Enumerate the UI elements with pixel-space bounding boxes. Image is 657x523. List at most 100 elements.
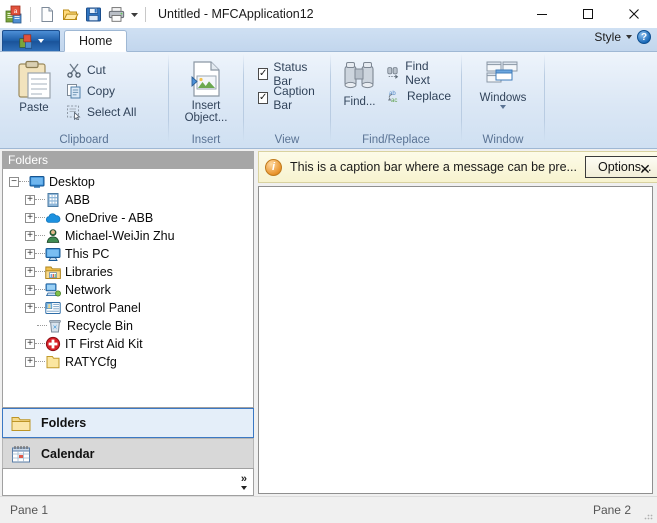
client-pane: i This is a caption bar where a message … — [256, 149, 657, 496]
tree-item-label: OneDrive - ABB — [65, 211, 154, 225]
tree-toggle-plus-icon[interactable]: + — [25, 213, 35, 223]
window-controls — [519, 0, 657, 28]
close-button[interactable] — [611, 0, 657, 28]
print-icon[interactable] — [105, 3, 127, 25]
style-label[interactable]: Style — [594, 30, 621, 44]
ribbon-group-insert: Insert Object... Insert — [169, 52, 243, 148]
tree-item-it-first-aid-kit[interactable]: + IT First Aid Kit — [3, 335, 253, 353]
libraries-icon — [45, 264, 61, 280]
maximize-button[interactable] — [565, 0, 611, 28]
tree-connector — [37, 325, 47, 327]
qat-separator-2 — [145, 6, 146, 22]
group-separator-5 — [544, 54, 545, 142]
document-client-area[interactable] — [258, 186, 654, 494]
tree-item-onedrive-abb[interactable]: + OneDrive - ABB — [3, 209, 253, 227]
pane-button-calendar[interactable]: Calendar — [2, 438, 254, 468]
resize-grip-icon[interactable] — [643, 510, 653, 520]
tree-item-michael-weijin-zhu[interactable]: + Michael-WeiJin Zhu — [3, 227, 253, 245]
double-chevron-right-icon: » — [240, 472, 247, 485]
open-folder-icon[interactable] — [59, 3, 81, 25]
tree-toggle-plus-icon[interactable]: + — [25, 249, 35, 259]
new-document-icon[interactable] — [36, 3, 58, 25]
network-icon — [45, 282, 61, 298]
windows-dropdown-caret-icon[interactable] — [500, 105, 506, 109]
ribbon-group-window: Windows Window — [462, 52, 544, 148]
insert-object-button[interactable]: Insert Object... — [175, 56, 237, 124]
paste-button[interactable]: Paste — [6, 56, 62, 114]
desktop-icon — [29, 174, 45, 190]
select-all-icon — [67, 105, 81, 120]
app-menu-caret-icon — [37, 39, 44, 43]
mfc-app-icon[interactable]: a — [3, 3, 25, 25]
folders-pane: Folders − Desktop + ABB + OneDrive - ABB + Mich… — [0, 149, 256, 496]
status-bar-checkbox[interactable]: ✓ Status Bar — [254, 60, 324, 88]
tree-connector — [35, 289, 45, 291]
tree-connector — [35, 199, 45, 201]
tree-item-libraries[interactable]: + Libraries — [3, 263, 253, 281]
calendar-icon — [12, 445, 30, 462]
ribbon-group-clipboard: Paste Cut Copy Select All Clipboard — [0, 52, 168, 148]
tree-item-label: Michael-WeiJin Zhu — [65, 229, 175, 243]
window-title: Untitled - MFCApplication12 — [158, 7, 314, 21]
minimize-button[interactable] — [519, 0, 565, 28]
tree-toggle-minus-icon[interactable]: − — [9, 177, 19, 187]
binoculars-icon — [344, 62, 375, 89]
qat-separator — [30, 6, 31, 22]
ribbon-group-insert-label: Insert — [191, 134, 221, 146]
tree-item-label: Recycle Bin — [67, 319, 133, 333]
qat-customize-button[interactable] — [128, 3, 140, 25]
pane-more-buttons[interactable]: » — [2, 468, 254, 496]
caption-bar-checkbox[interactable]: ✓ Caption Bar — [254, 84, 324, 112]
view-checkboxes: ✓ Status Bar ✓ Caption Bar — [254, 56, 324, 112]
insert-object-button-label: Insert Object... — [184, 100, 228, 124]
building-icon — [45, 192, 61, 208]
tree-toggle-plus-icon[interactable]: + — [25, 285, 35, 295]
tree-connector — [35, 235, 45, 237]
tree-connector — [35, 217, 45, 219]
tree-toggle-plus-icon[interactable]: + — [25, 339, 35, 349]
folder-icon — [11, 416, 31, 431]
checkbox-checked-icon: ✓ — [258, 68, 269, 80]
work-area: Folders − Desktop + ABB + OneDrive - ABB + Mich… — [0, 149, 657, 496]
pane-button-folders[interactable]: Folders — [2, 408, 254, 438]
find-button-label: Find... — [343, 96, 376, 108]
cut-button-label: Cut — [87, 62, 106, 77]
help-icon[interactable]: ? — [637, 30, 651, 44]
clipboard-small-buttons: Cut Copy Select All — [62, 56, 140, 122]
tab-home[interactable]: Home — [64, 30, 128, 52]
replace-button[interactable]: ab ac Replace — [382, 84, 455, 107]
cut-button[interactable]: Cut — [62, 59, 140, 80]
find-next-button[interactable]: Find Next — [382, 59, 455, 87]
ribbon-group-view-label: View — [274, 134, 300, 146]
tree-item-recycle-bin[interactable]: Recycle Bin — [3, 317, 253, 335]
select-all-button[interactable]: Select All — [62, 101, 140, 122]
tree-item-desktop[interactable]: − Desktop — [3, 173, 253, 191]
tree-toggle-plus-icon[interactable]: + — [25, 195, 35, 205]
tree-item-label: Libraries — [65, 265, 113, 279]
tree-item-abb[interactable]: + ABB — [3, 191, 253, 209]
tree-toggle-plus-icon[interactable]: + — [25, 357, 35, 367]
tree-item-network[interactable]: + Network — [3, 281, 253, 299]
tree-toggle-plus-icon[interactable]: + — [25, 231, 35, 241]
tree-toggle-plus-icon[interactable]: + — [25, 303, 35, 313]
find-button[interactable]: Find... — [337, 56, 382, 108]
checkbox-checked-icon-2: ✓ — [258, 92, 269, 104]
folder-tree[interactable]: − Desktop + ABB + OneDrive - ABB + Michael-WeiJ… — [2, 169, 254, 408]
tree-connector — [35, 307, 45, 309]
tree-toggle-plus-icon[interactable]: + — [25, 267, 35, 277]
tree-item-ratycfg[interactable]: + RATYCfg — [3, 353, 253, 371]
select-all-button-label: Select All — [87, 104, 137, 119]
info-icon: i — [265, 158, 282, 176]
windows-button[interactable]: Windows — [468, 56, 538, 109]
pane-button-calendar-label: Calendar — [41, 446, 95, 461]
title-bar: a Untitled - MFCApplication12 — [0, 0, 657, 28]
application-menu-button[interactable] — [2, 30, 60, 51]
copy-button[interactable]: Copy — [62, 80, 140, 101]
caption-bar-close-button[interactable]: ✕ — [636, 153, 654, 185]
ribbon-group-window-label: Window — [482, 134, 524, 146]
chevron-down-icon[interactable] — [626, 35, 632, 39]
replace-button-label: Replace — [406, 88, 451, 103]
save-disk-icon[interactable] — [82, 3, 104, 25]
tree-item-control-panel[interactable]: + Control Panel — [3, 299, 253, 317]
tree-item-this-pc[interactable]: + This PC — [3, 245, 253, 263]
